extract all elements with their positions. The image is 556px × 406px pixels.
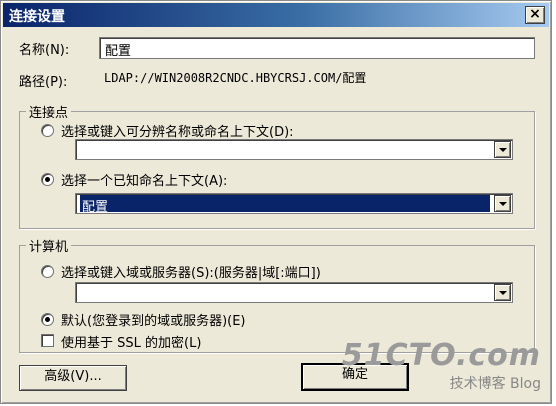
- title-bar[interactable]: 连接设置 ×: [3, 3, 549, 27]
- domain-server-label: 选择或键入域或服务器(S):(服务器|域[:端口]): [61, 266, 321, 281]
- distinguished-name-label: 选择或键入可分辨名称或命名上下文(D):: [61, 125, 294, 140]
- distinguished-name-combo-value: [80, 141, 490, 158]
- advanced-button[interactable]: 高级(V)...: [19, 365, 127, 391]
- path-value: LDAP://WIN2008R2CNDC.HBYCRSJ.COM/配置: [99, 67, 535, 89]
- name-input[interactable]: 配置: [99, 37, 535, 59]
- ssl-label: 使用基于 SSL 的加密(L): [61, 336, 202, 351]
- naming-context-value: 配置: [80, 195, 490, 212]
- connection-point-title: 连接点: [26, 102, 72, 121]
- radio-domain-server[interactable]: [41, 265, 54, 278]
- well-known-context-label: 选择一个已知命名上下文(A):: [61, 174, 228, 189]
- connection-settings-dialog: 连接设置 × 名称(N): 配置 路径(P): LDAP://WIN2008R2…: [0, 0, 552, 404]
- watermark-logo: 51CTO.com: [341, 338, 541, 373]
- default-domain-label: 默认(您登录到的域或服务器)(E): [61, 314, 246, 329]
- ssl-checkbox[interactable]: [41, 334, 54, 347]
- chevron-down-icon[interactable]: [494, 195, 511, 212]
- radio-distinguished-name[interactable]: [41, 124, 54, 137]
- domain-server-combo-value: [80, 284, 490, 301]
- name-label: 名称(N):: [19, 43, 70, 58]
- radio-default-domain[interactable]: [41, 313, 54, 326]
- path-label: 路径(P):: [19, 75, 68, 90]
- window-title: 连接设置: [9, 9, 65, 25]
- close-button[interactable]: ×: [525, 6, 545, 24]
- naming-context-select[interactable]: 配置: [75, 193, 513, 214]
- distinguished-name-combo[interactable]: [75, 139, 513, 160]
- domain-server-combo[interactable]: [75, 282, 513, 303]
- radio-well-known-context[interactable]: [41, 173, 54, 186]
- computer-title: 计算机: [26, 236, 72, 255]
- site-watermark: 51CTO.com 技术博客 Blog: [342, 338, 541, 393]
- watermark-subtitle: 技术博客 Blog: [449, 376, 541, 392]
- chevron-down-icon[interactable]: [494, 141, 511, 158]
- chevron-down-icon[interactable]: [494, 284, 511, 301]
